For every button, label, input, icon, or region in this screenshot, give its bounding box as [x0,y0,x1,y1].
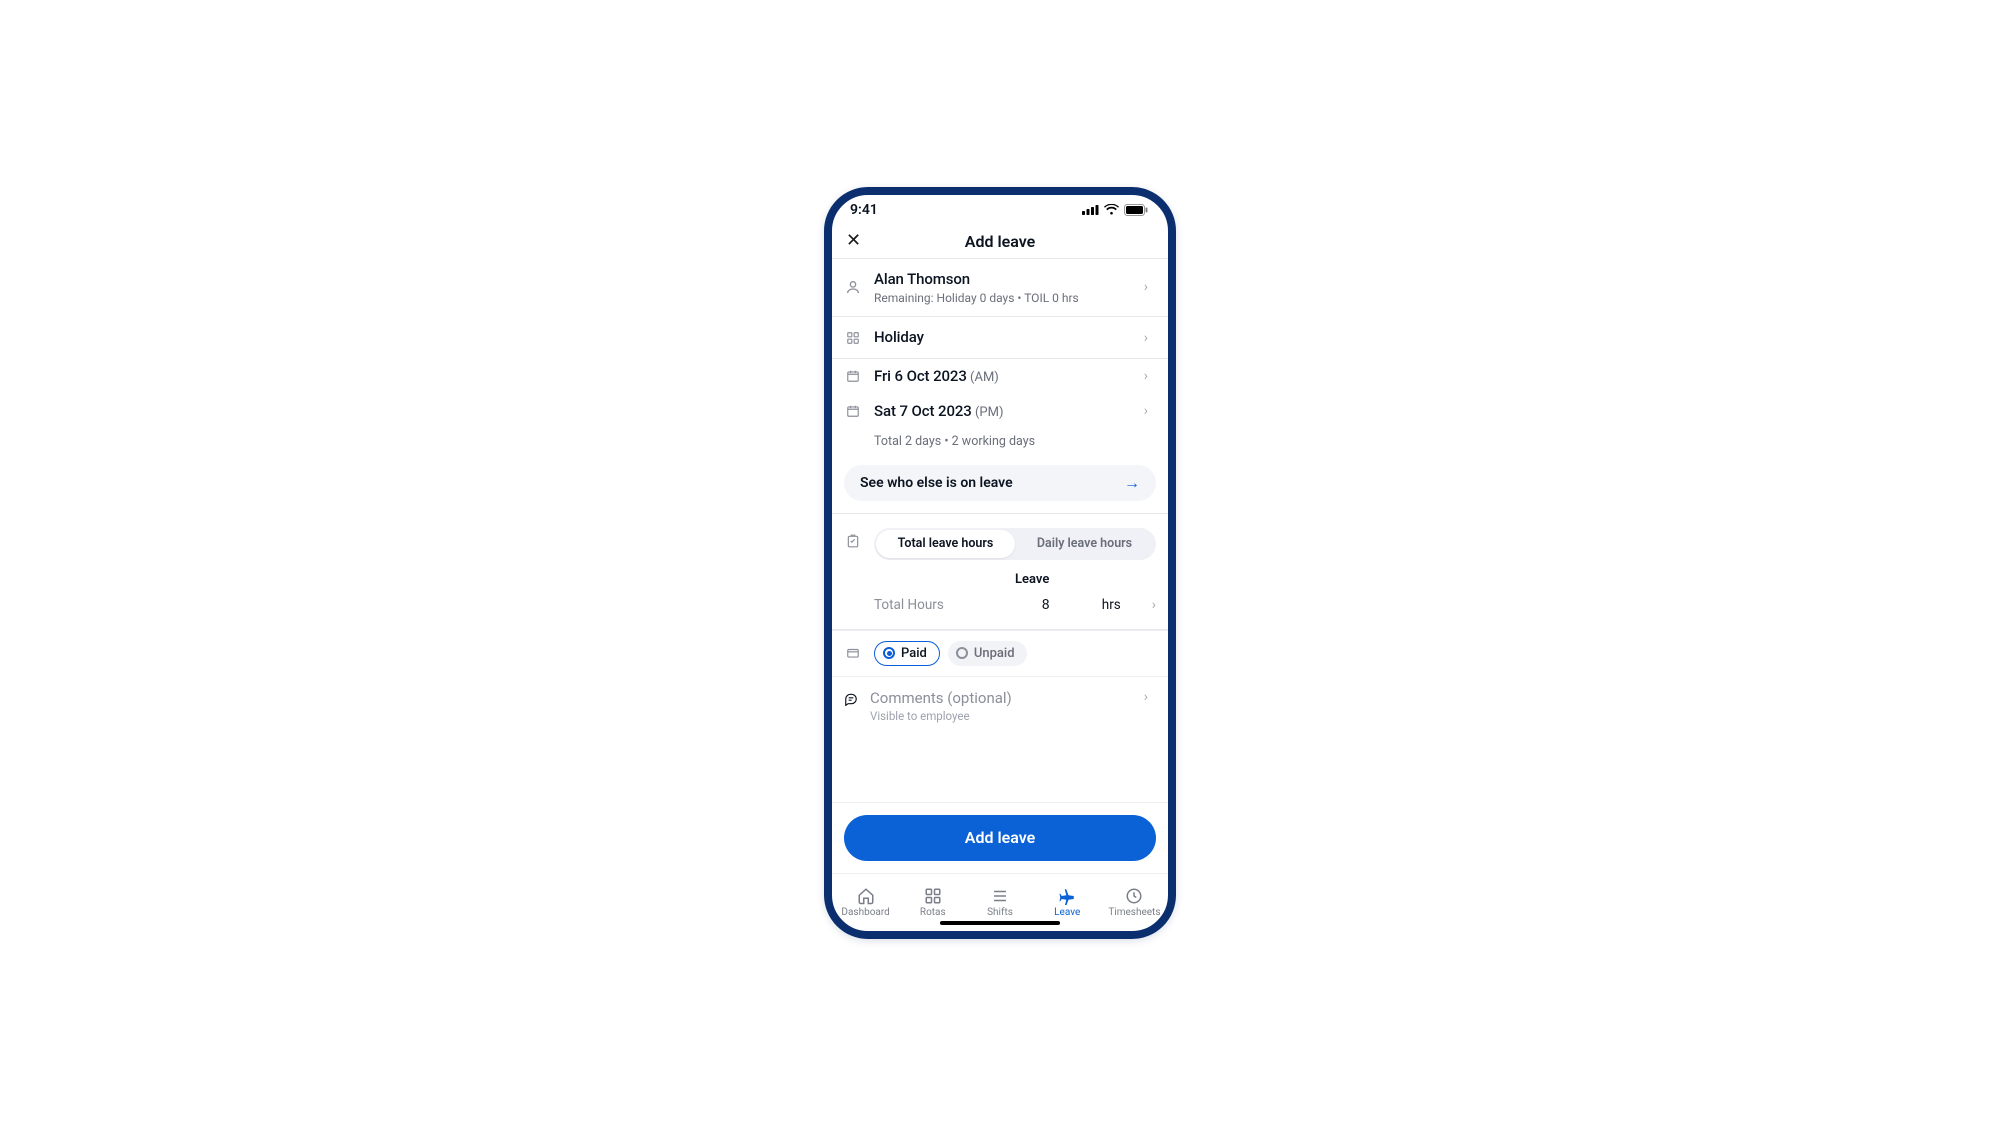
to-date: Sat 7 Oct 2023 [874,402,972,420]
unpaid-pill[interactable]: Unpaid [948,641,1027,666]
plane-icon [1058,887,1076,905]
radio-selected-icon [883,647,895,659]
chevron-right-icon: › [1152,597,1156,613]
see-who-on-leave[interactable]: See who else is on leave → [844,465,1156,501]
tab-label: Shifts [987,907,1013,918]
grid-icon [844,331,862,345]
home-icon [857,887,875,905]
paid-pill[interactable]: Paid [874,641,940,666]
total-hours-row[interactable]: Total Hours 8 hrs › [874,593,1156,617]
seg-daily-hours[interactable]: Daily leave hours [1015,530,1154,558]
phone-frame: 9:41 ✕ Add leave Alan Thomson [824,187,1176,939]
paid-label: Paid [901,646,927,661]
home-indicator [940,921,1060,925]
clock-icon [1125,887,1143,905]
hours-column-head: Leave [1015,572,1049,593]
page-title: Add leave [965,232,1035,251]
to-date-row[interactable]: Sat 7 Oct 2023 (PM) › [832,394,1168,429]
comments-row[interactable]: Comments (optional) Visible to employee … [832,676,1168,739]
total-hours-value: 8 [1042,597,1102,613]
close-icon[interactable]: ✕ [846,232,861,250]
wallet-icon [844,646,862,660]
comments-title: Comments (optional) [870,689,1132,707]
tab-label: Rotas [920,907,946,918]
hours-segmented-control: Total leave hours Daily leave hours [874,528,1156,560]
to-annotation: (PM) [975,405,1004,420]
chevron-right-icon: › [1144,368,1148,384]
grid-icon [924,887,942,905]
chevron-right-icon: › [1144,330,1148,346]
tab-label: Leave [1054,907,1080,918]
leave-type-row[interactable]: Holiday › [832,317,1168,358]
calendar-icon [844,369,862,383]
seg-total-hours[interactable]: Total leave hours [876,530,1015,558]
arrow-right-icon: → [1124,473,1140,493]
status-time: 9:41 [850,202,878,218]
add-leave-button[interactable]: Add leave [844,815,1156,861]
employee-remaining: Remaining: Holiday 0 days • TOIL 0 hrs [874,291,1132,305]
tab-label: Timesheets [1108,907,1160,918]
comment-icon [844,689,858,710]
leave-type-label: Holiday [874,328,1132,347]
cellular-icon [1082,204,1099,215]
total-hours-unit: hrs [1102,597,1152,613]
total-hours-label: Total Hours [874,597,1042,613]
status-bar: 9:41 [832,195,1168,225]
tab-label: Dashboard [841,907,889,918]
from-date: Fri 6 Oct 2023 [874,367,967,385]
calendar-icon [844,404,862,418]
battery-icon [1124,204,1148,216]
radio-unselected-icon [956,647,968,659]
wifi-icon [1104,204,1119,215]
list-icon [991,887,1009,905]
chevron-right-icon: › [1144,403,1148,419]
from-date-row[interactable]: Fri 6 Oct 2023 (AM) › [832,359,1168,394]
tab-timesheets[interactable]: Timesheets [1101,874,1168,931]
unpaid-label: Unpaid [974,646,1015,661]
chevron-right-icon: › [1144,689,1148,705]
employee-name: Alan Thomson [874,270,1132,289]
from-annotation: (AM) [970,370,999,385]
screen-header: ✕ Add leave [832,225,1168,259]
status-indicators [1082,204,1148,216]
see-who-label: See who else is on leave [860,475,1013,491]
employee-row[interactable]: Alan Thomson Remaining: Holiday 0 days •… [832,259,1168,317]
person-icon [844,279,862,295]
tab-dashboard[interactable]: Dashboard [832,874,899,931]
date-totals: Total 2 days • 2 working days [832,429,1168,459]
chevron-right-icon: › [1144,279,1148,295]
clipboard-icon [844,528,862,548]
comments-sub: Visible to employee [870,709,1132,723]
